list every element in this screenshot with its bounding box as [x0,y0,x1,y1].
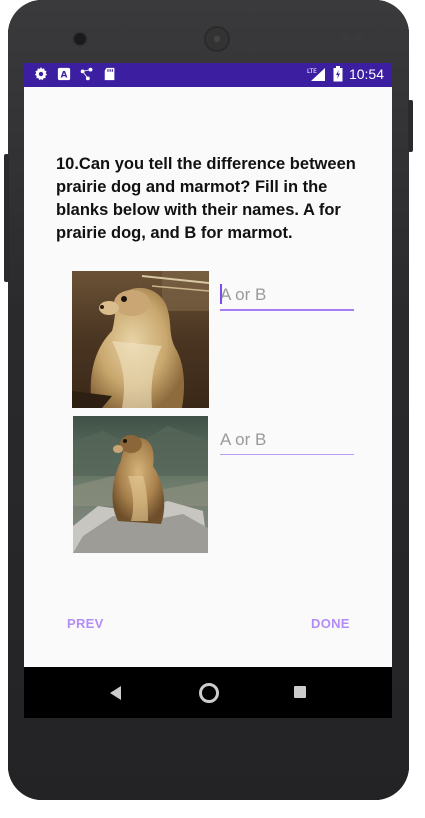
front-camera [74,33,86,45]
prairie-dog-photo [72,271,209,408]
clock: 10:54 [348,66,384,82]
status-bar: A LTE 10:54 [24,63,392,87]
a-notification-icon: A [57,67,71,81]
question-text: 10.Can you tell the difference between p… [56,155,356,242]
power-button [408,100,413,152]
done-button[interactable]: DONE [311,616,350,631]
prev-button[interactable]: PREV [67,616,104,631]
answer-input-1[interactable] [220,281,354,311]
proximity-sensor [341,34,349,42]
svg-text:A: A [61,71,68,81]
battery-icon [333,66,343,82]
status-right-icons: LTE 10:54 [307,66,384,82]
recents-square-icon[interactable] [294,686,306,698]
light-sensor [354,34,362,42]
sd-card-icon [104,67,115,81]
status-left-icons: A [34,67,117,81]
back-triangle-icon[interactable] [110,686,121,700]
answer-input-2[interactable] [220,426,354,455]
text-cursor [220,284,222,304]
lte-signal-icon: LTE [307,68,325,81]
volume-button [4,154,9,282]
settings-gear-icon [34,67,48,81]
home-circle-icon[interactable] [199,683,219,703]
earpiece-speaker [206,28,228,50]
app-screen: A LTE 10:54 10.Can you tell the differen… [24,63,392,718]
share-dots-icon [80,67,93,81]
marmot-photo [73,416,208,553]
network-type-label: LTE [307,68,317,75]
system-nav-bar [24,667,392,718]
